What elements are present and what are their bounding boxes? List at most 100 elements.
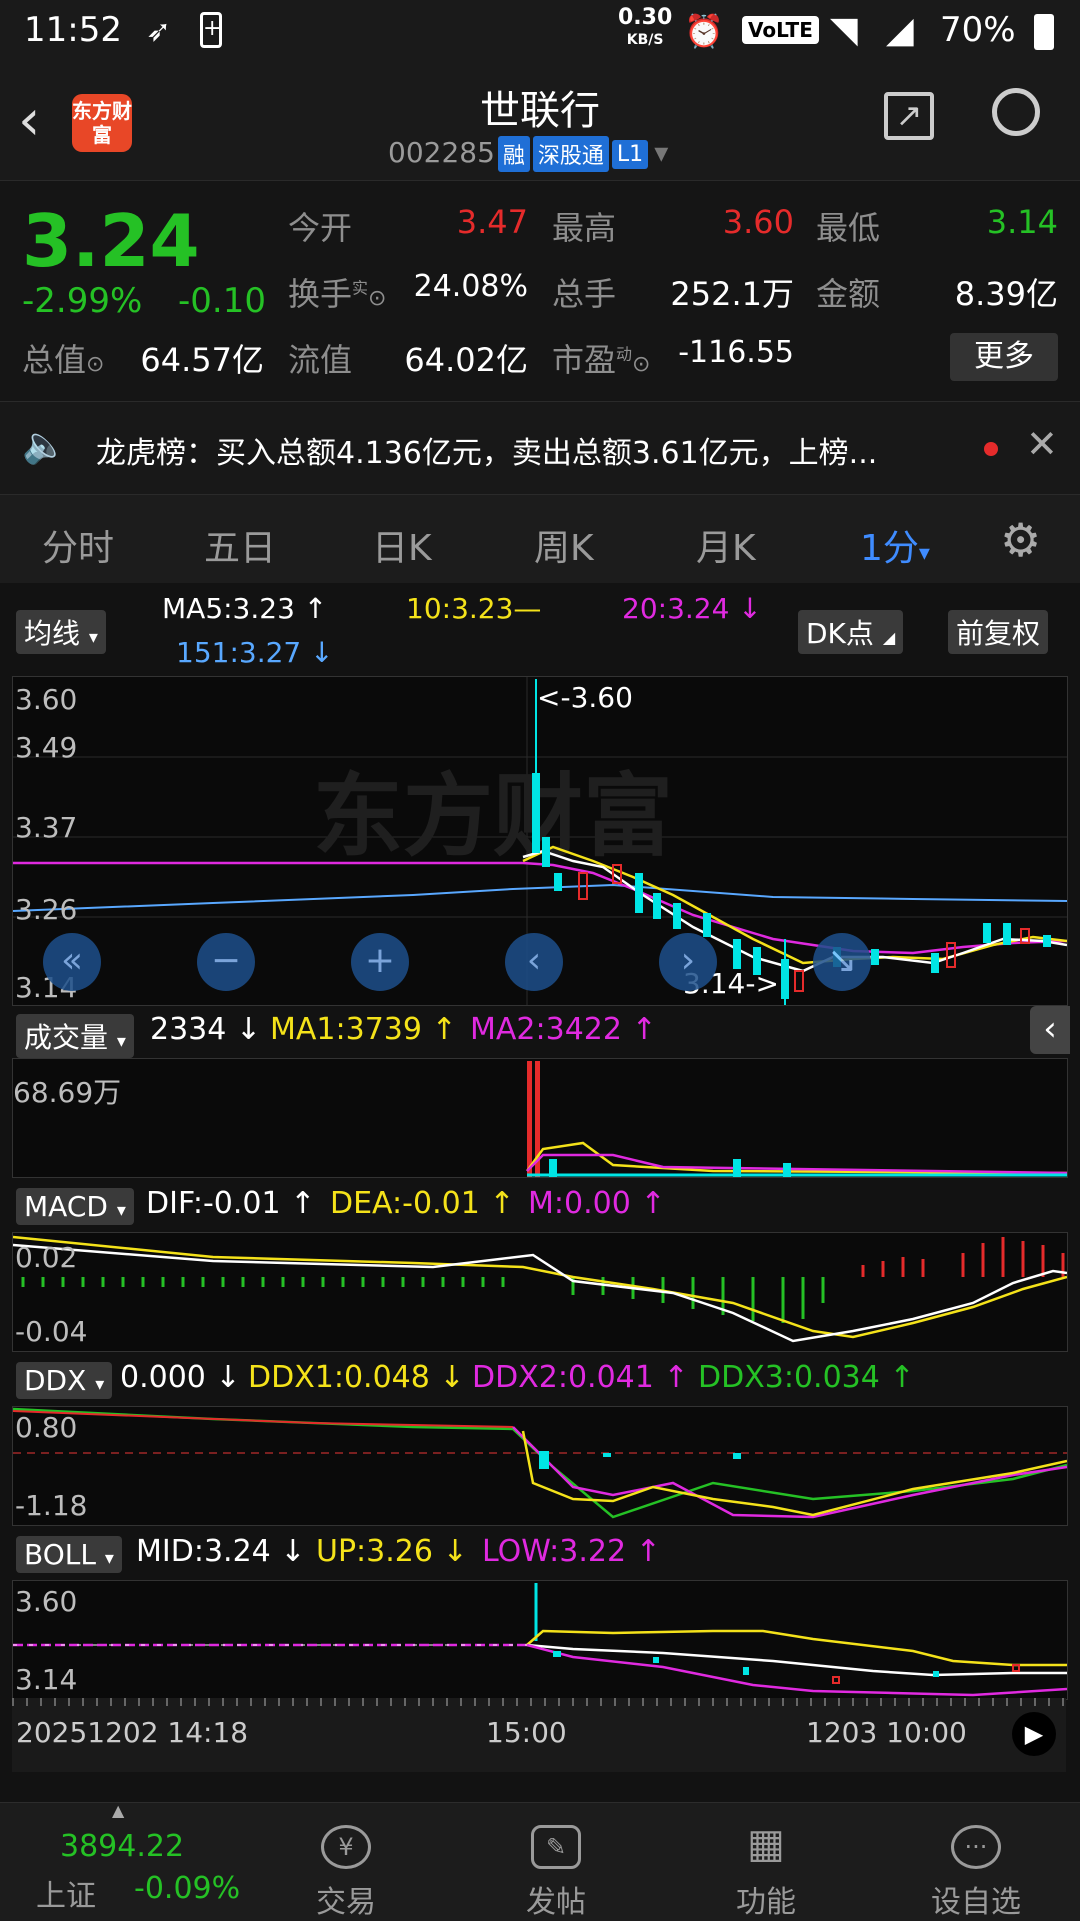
yen-exchange-icon: ¥ xyxy=(321,1825,371,1869)
zoom-in-button[interactable]: + xyxy=(351,933,409,991)
more-dots-icon: ··· xyxy=(951,1825,1001,1869)
news-ticker[interactable]: 🔈 龙虎榜：买入总额4.136亿元，卖出总额3.61亿元，上榜... ✕ xyxy=(0,402,1080,495)
ddx-y-bottom: -1.18 xyxy=(15,1489,88,1522)
chevron-down-icon: ▾ xyxy=(654,136,669,169)
nav-post[interactable]: ✎ 发帖 xyxy=(496,1825,616,1921)
nav-trade-label: 交易 xyxy=(316,1885,376,1920)
ma-selector[interactable]: 均线 ▾ xyxy=(16,610,106,654)
nav-post-label: 发帖 xyxy=(526,1885,586,1920)
y-label: 3.26 xyxy=(15,893,78,926)
time-axis[interactable]: 20251202 14:18 15:00 1203 10:00 ▶ xyxy=(12,1698,1066,1772)
latest-button[interactable]: ↘ xyxy=(813,933,871,991)
tab-weekly-k[interactable]: 周K xyxy=(534,519,594,571)
kline-chart[interactable]: 东方财富 <-3.60 3.14-> 3.60 3.49 3.37 3.26 3… xyxy=(12,676,1068,1006)
low-value: 3.14 xyxy=(986,203,1058,241)
tag-sz-connect: 深股通 xyxy=(532,136,609,172)
y-label: 3.60 xyxy=(15,683,78,716)
volume-label: 总手 xyxy=(552,275,617,313)
time-label-start: 20251202 14:18 xyxy=(16,1716,249,1749)
boll-selector[interactable]: BOLL ▾ xyxy=(16,1536,122,1573)
float-value: 64.02亿 xyxy=(404,341,528,379)
turnover-label: 换手实⊙ xyxy=(288,275,387,313)
bottom-nav: ▲ 3894.22 上证 -0.09% ¥ 交易 ✎ 发帖 ▦ 功能 ··· 设… xyxy=(0,1801,1080,1921)
fast-back-button[interactable]: « xyxy=(43,933,101,991)
stock-code-row[interactable]: 002285 融深股通 L1 ▾ xyxy=(388,136,668,172)
pe-label: 市盈动⊙ xyxy=(552,341,651,379)
macd-dif: DIF:-0.01 ↑ xyxy=(146,1186,316,1221)
play-forward-button[interactable]: ▶ xyxy=(1012,1712,1056,1756)
nav-trade[interactable]: ¥ 交易 xyxy=(286,1825,406,1921)
boll-chart: 3.60 3.14 xyxy=(12,1580,1068,1700)
forward-adjust-button[interactable]: 前复权 xyxy=(948,610,1049,654)
amount-label: 金额 xyxy=(816,275,881,313)
nav-functions[interactable]: ▦ 功能 xyxy=(706,1824,826,1921)
more-button[interactable]: 更多 xyxy=(950,333,1058,381)
tab-intraday[interactable]: 分时 xyxy=(42,519,114,571)
volume-y-label: 68.69万 xyxy=(13,1076,122,1109)
status-bar: 11:52 ➶ + 0.30 KB/S ⏰ VoLTE ◥ ◢ 70% xyxy=(0,0,1080,64)
ddx-value: 0.000 ↓ xyxy=(120,1360,241,1395)
ma10-value: 10:3.23— xyxy=(406,592,542,625)
search-icon[interactable] xyxy=(992,88,1040,136)
macd-selector[interactable]: MACD ▾ xyxy=(16,1188,134,1225)
ma151-line xyxy=(13,883,1067,912)
y-label: 3.37 xyxy=(15,811,78,844)
expand-icon[interactable]: ▲ xyxy=(112,1801,124,1820)
time-ticks xyxy=(12,1698,1066,1706)
tag-l1: L1 xyxy=(611,139,649,169)
time-label-end: 1203 10:00 xyxy=(806,1716,967,1749)
nav-add-watchlist-label: 设自选 xyxy=(931,1885,1021,1920)
boll-mid: MID:3.24 ↓ xyxy=(136,1534,306,1569)
dif-line xyxy=(13,1243,1067,1343)
tab-one-minute[interactable]: 1分▾ xyxy=(860,519,930,571)
open-value: 3.47 xyxy=(456,203,528,241)
index-value[interactable]: 3894.22 xyxy=(60,1829,184,1864)
index-change: -0.09% xyxy=(134,1871,241,1906)
y-label: 3.49 xyxy=(15,731,78,764)
collapse-panel-button[interactable]: ‹ xyxy=(1030,1006,1070,1054)
dea-line xyxy=(13,1235,1067,1339)
current-price: 3.24 xyxy=(22,199,200,283)
volume-ma1: MA1:3739 ↑ xyxy=(270,1012,457,1047)
dk-point-button[interactable]: DK点 ◢ xyxy=(798,610,904,654)
watermark: 东方财富 xyxy=(313,764,673,869)
ddx-selector[interactable]: DDX ▾ xyxy=(16,1362,113,1399)
ddx-red-line xyxy=(13,1410,514,1428)
share-icon[interactable]: ↗ xyxy=(884,92,934,140)
boll-y-bottom: 3.14 xyxy=(15,1663,78,1696)
unread-dot xyxy=(984,442,998,456)
time-label-mid: 15:00 xyxy=(486,1716,567,1749)
high-value: 3.60 xyxy=(722,203,794,241)
volume-chart: 68.69万 xyxy=(12,1058,1068,1178)
news-text[interactable]: 龙虎榜：买入总额4.136亿元，卖出总额3.61亿元，上榜... xyxy=(96,428,956,472)
high-label: 最高 xyxy=(552,209,617,247)
index-name: 上证 xyxy=(36,1879,96,1914)
ddx2-value: DDX2:0.041 ↑ xyxy=(472,1360,689,1395)
tab-five-day[interactable]: 五日 xyxy=(204,519,276,571)
zoom-out-button[interactable]: − xyxy=(197,933,255,991)
app-notification-icon: ➶ xyxy=(146,14,172,49)
scroll-right-button[interactable]: › xyxy=(659,933,717,991)
macd-chart: 0.02 -0.04 xyxy=(12,1232,1068,1352)
macd-y-bottom: -0.04 xyxy=(15,1315,88,1348)
tab-daily-k[interactable]: 日K xyxy=(372,519,432,571)
battery-icon xyxy=(1034,14,1054,50)
change-amount: -0.10 xyxy=(178,281,266,321)
change-percent: -2.99% xyxy=(22,281,143,321)
volume-svg xyxy=(525,1061,1067,1177)
scroll-left-button[interactable]: ‹ xyxy=(505,933,563,991)
signal-icon: ◢ xyxy=(886,10,914,51)
alarm-icon: ⏰ xyxy=(684,12,724,50)
volume-selector[interactable]: 成交量 ▾ xyxy=(16,1014,134,1058)
status-time: 11:52 xyxy=(24,10,122,50)
nav-add-watchlist[interactable]: ··· 设自选 xyxy=(916,1825,1036,1921)
volume-ma2: MA2:3422 ↑ xyxy=(470,1012,657,1047)
gear-icon[interactable]: ⚙ xyxy=(1000,513,1041,567)
battery-saver-icon: + xyxy=(200,12,222,48)
info-icon: ⊙ xyxy=(86,352,105,377)
tab-monthly-k[interactable]: 月K xyxy=(696,519,756,571)
boll-low-line xyxy=(526,1643,1067,1697)
float-label: 流值 xyxy=(288,341,353,379)
close-icon[interactable]: ✕ xyxy=(1026,422,1058,466)
boll-up: UP:3.26 ↓ xyxy=(316,1534,468,1569)
